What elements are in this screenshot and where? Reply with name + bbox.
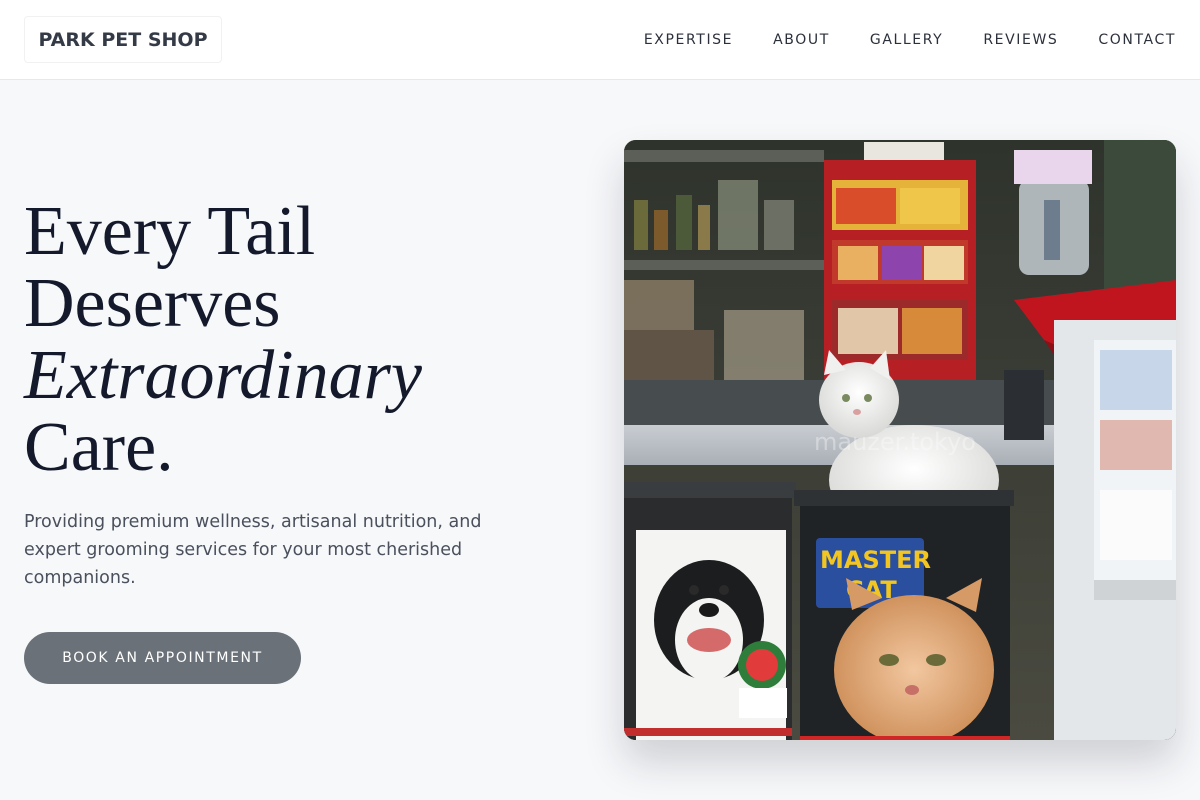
hero-title-line-4: Care. bbox=[24, 409, 174, 486]
nav-link-about[interactable]: ABOUT bbox=[773, 32, 830, 48]
hero-photo: mauzer.tokyo MASTER CAT bbox=[624, 140, 1176, 740]
nav-link-expertise[interactable]: EXPERTISE bbox=[644, 32, 733, 48]
hero-title: Every Tail Deserves Extraordinary Care. bbox=[24, 196, 564, 484]
hero-title-emphasis: Extraordinary bbox=[24, 337, 422, 414]
photo-watermark: mauzer.tokyo bbox=[814, 428, 976, 456]
site-logo[interactable]: PARK PET SHOP bbox=[24, 16, 222, 63]
nav-link-reviews[interactable]: REVIEWS bbox=[983, 32, 1058, 48]
bag-brand-line-1: MASTER bbox=[820, 546, 931, 574]
top-navbar: PARK PET SHOP EXPERTISE ABOUT GALLERY RE… bbox=[0, 0, 1200, 80]
photo-image: mauzer.tokyo MASTER CAT bbox=[624, 140, 1176, 740]
nav-link-contact[interactable]: CONTACT bbox=[1098, 32, 1176, 48]
hero-title-line-2: Deserves bbox=[24, 265, 281, 342]
book-appointment-button[interactable]: BOOK AN APPOINTMENT bbox=[24, 632, 301, 684]
nav-link-gallery[interactable]: GALLERY bbox=[870, 32, 943, 48]
hero-title-line-1: Every Tail bbox=[24, 193, 316, 270]
hero-subtitle: Providing premium wellness, artisanal nu… bbox=[24, 512, 482, 588]
main-nav: EXPERTISE ABOUT GALLERY REVIEWS CONTACT bbox=[644, 0, 1176, 80]
